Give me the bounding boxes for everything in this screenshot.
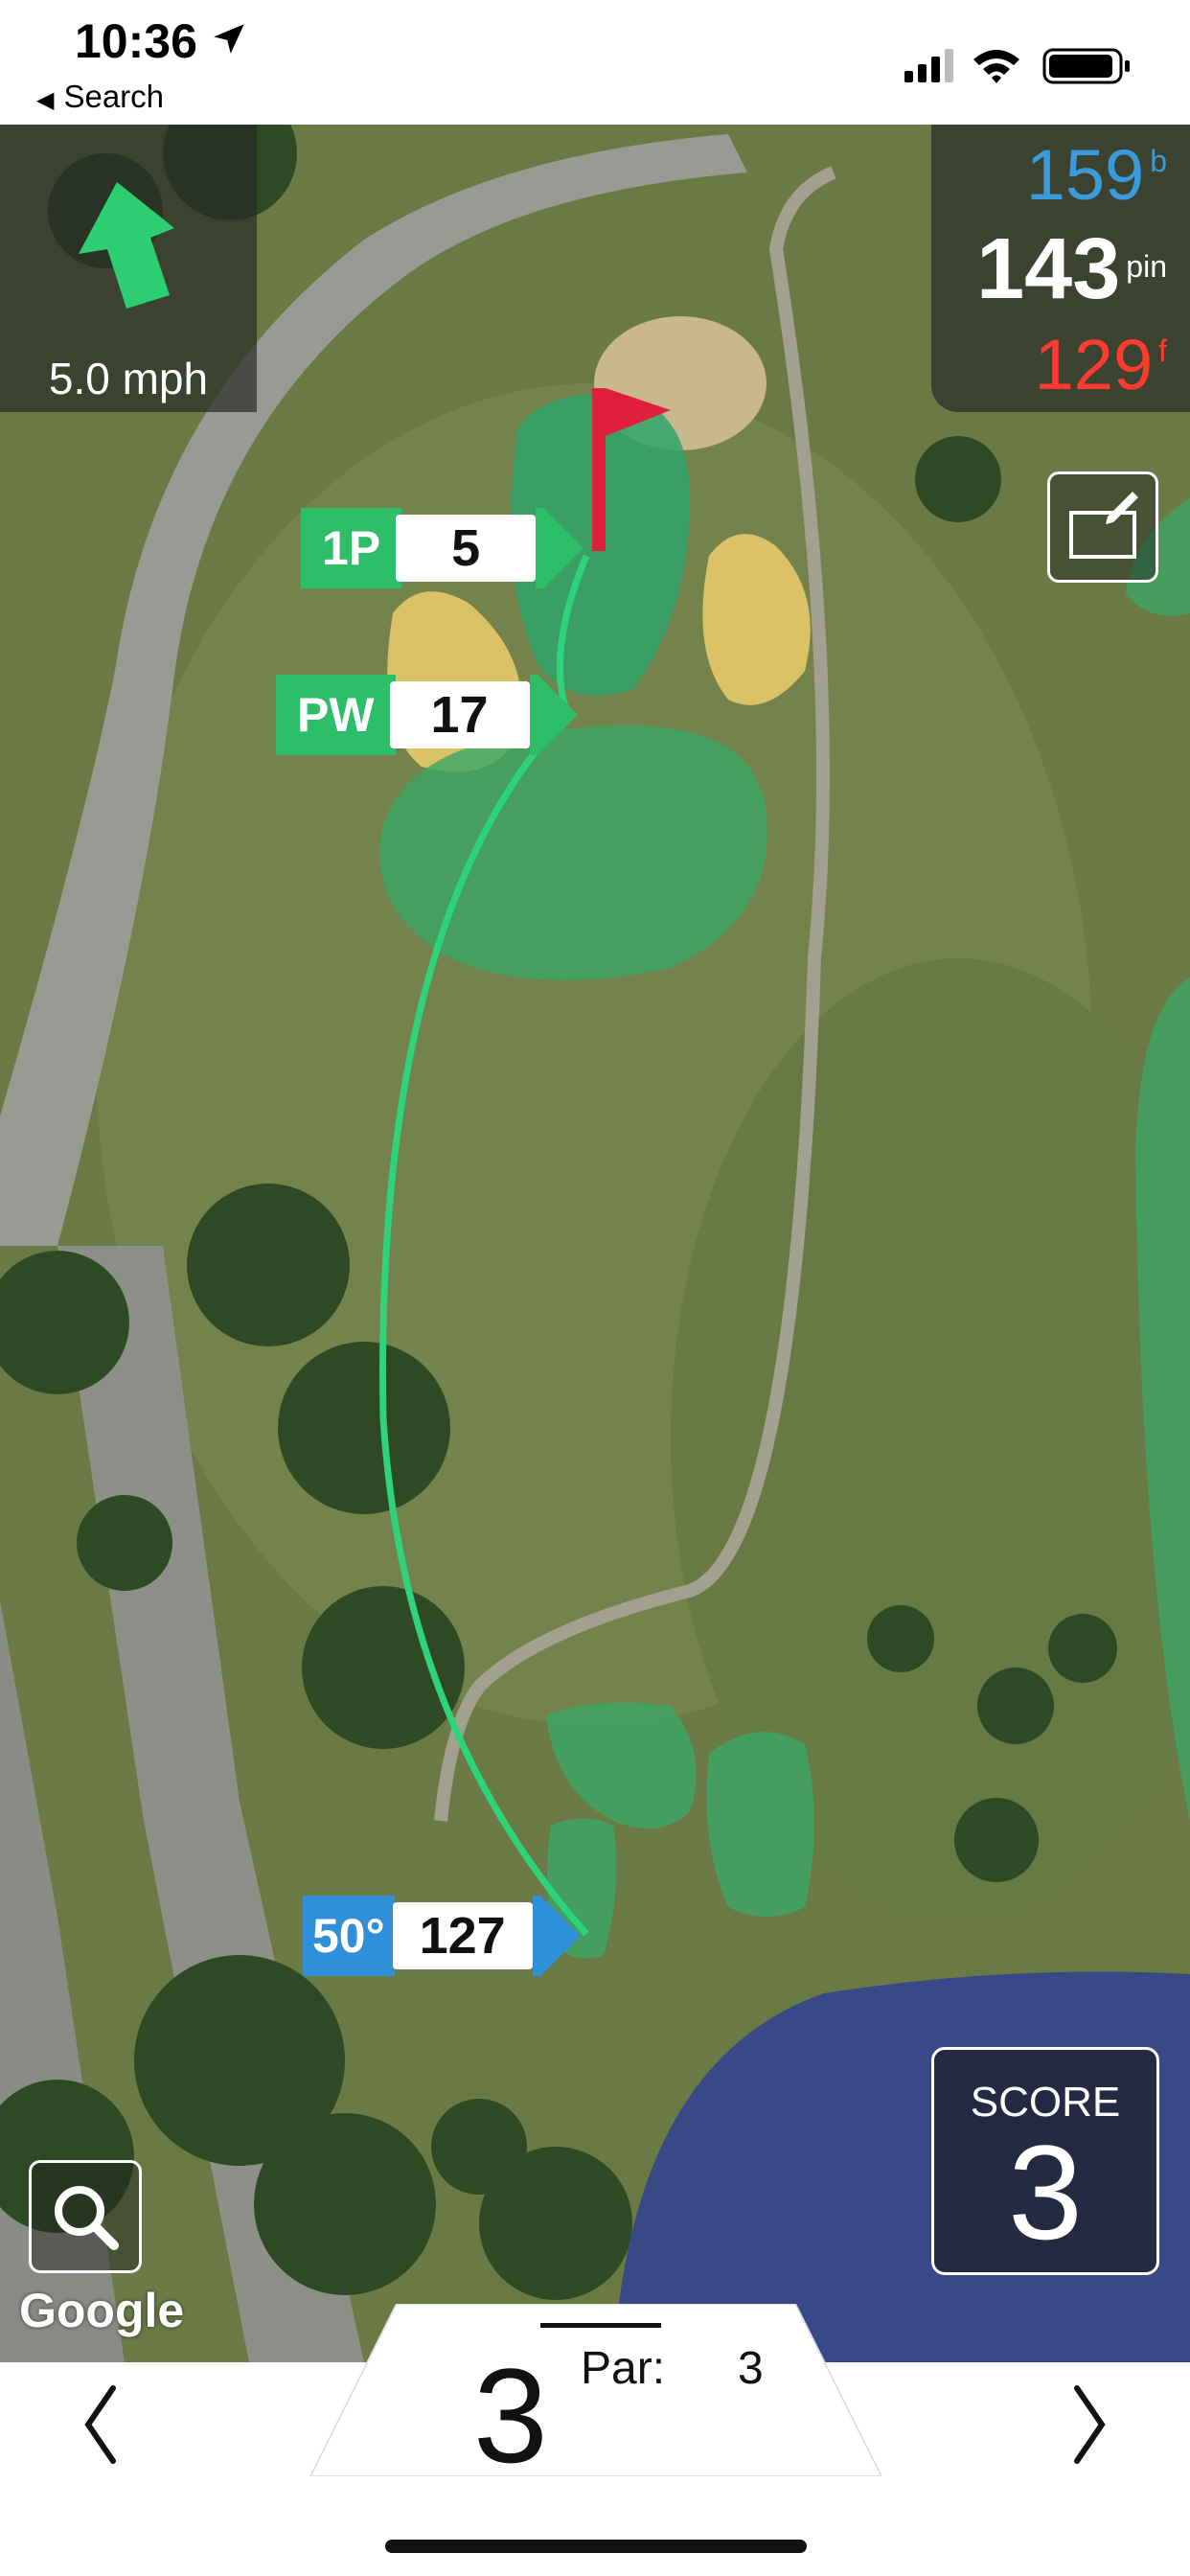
back-search-label: Search <box>63 79 165 114</box>
tag-pointer-2 <box>537 675 578 755</box>
wind-speed: 5.0 mph <box>48 354 209 403</box>
distance-pin: 143 pin <box>976 220 1167 319</box>
edit-button[interactable] <box>1047 472 1158 583</box>
club-tag-3[interactable]: 50° 127 <box>303 1896 581 1976</box>
tag-pointer-3 <box>539 1896 581 1976</box>
wind-direction-arrow-icon <box>79 182 174 309</box>
club-yards-2: 17 <box>389 681 530 748</box>
course-map[interactable] <box>0 125 1190 2362</box>
distance-back: 159 b <box>1026 134 1167 216</box>
distance-back-value: 159 <box>1025 135 1145 215</box>
distance-front: 129 f <box>1035 324 1167 405</box>
back-triangle-icon: ◀ <box>36 87 55 113</box>
search-icon <box>55 2186 119 2250</box>
location-arrow-icon <box>214 24 244 54</box>
pencil-edit-icon <box>1069 492 1138 559</box>
club-yards-3: 127 <box>392 1902 533 1969</box>
clock: 10:36 <box>75 14 197 68</box>
google-attribution: Google <box>19 2284 185 2337</box>
par-label: Par: <box>581 2343 666 2394</box>
hole-number: 3 <box>473 2340 548 2491</box>
hole-indicator-bar <box>540 2323 661 2328</box>
distance-front-value: 129 <box>1034 325 1154 404</box>
club-label-2: PW <box>276 675 396 755</box>
distance-back-unit: b <box>1150 144 1167 178</box>
shot-path-overlay <box>379 388 671 1937</box>
distance-pin-unit: pin <box>1126 249 1167 284</box>
club-label-1: 1P <box>301 508 402 588</box>
distance-front-unit: f <box>1158 334 1167 368</box>
next-hole-chevron-icon[interactable] <box>1065 2377 1113 2472</box>
club-yards-1: 5 <box>396 515 537 582</box>
previous-hole-chevron-icon[interactable] <box>77 2377 125 2472</box>
back-to-search-link[interactable]: ◀ Search <box>36 79 164 115</box>
flag-icon <box>592 388 671 551</box>
battery-icon <box>1042 48 1130 84</box>
score-value: 3 <box>1008 2117 1083 2267</box>
wifi-icon <box>973 50 1019 83</box>
distance-pin-value: 143 <box>976 221 1121 317</box>
home-indicator[interactable] <box>385 2540 807 2553</box>
system-icons <box>904 46 1134 89</box>
map-search-button[interactable] <box>29 2160 142 2273</box>
club-label-3: 50° <box>303 1896 395 1976</box>
par-value: 3 <box>738 2343 764 2394</box>
club-tag-1[interactable]: 1P 5 <box>301 508 584 588</box>
tag-pointer-1 <box>543 508 584 588</box>
cellular-signal-icon <box>904 49 953 82</box>
shot-line <box>379 554 590 1937</box>
status-bar: 10:36 ◀ Search <box>0 0 1190 125</box>
club-tag-2[interactable]: PW 17 <box>276 675 578 755</box>
score-button[interactable]: SCORE 3 <box>931 2047 1159 2275</box>
